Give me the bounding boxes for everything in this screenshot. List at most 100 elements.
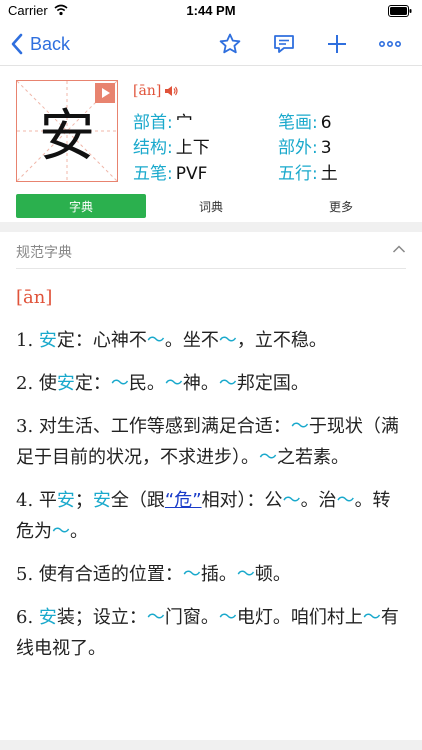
bottom-bar: [0, 740, 422, 750]
definition-number: 1.: [16, 330, 39, 351]
character-header: 安 [ān] 部首: 宀 笔画: 6 结构: 上下 部外: 3 五笔: PVF 五行: 土 …: [0, 67, 422, 223]
definition-item: 5. 使有合适的位置：～插。～顿。: [16, 559, 408, 590]
highlight-text: ～: [52, 521, 70, 542]
definition-number: 5.: [16, 564, 39, 585]
outside-strokes-info: 部外: 3: [278, 133, 332, 158]
definition-text: 电灯。咱们村上: [236, 607, 363, 628]
more-icon[interactable]: [378, 32, 402, 56]
tab-zidian[interactable]: 字典: [16, 194, 146, 218]
cross-reference-link[interactable]: “危”: [165, 490, 202, 511]
section-title: 规范字典: [16, 245, 72, 261]
structure-label: 结构:: [133, 138, 173, 158]
section-divider: [16, 268, 406, 269]
highlight-text: ～: [259, 447, 277, 468]
highlight-text: ～: [336, 490, 355, 511]
highlight-text: ～: [146, 607, 165, 628]
radical-label: 部首:: [133, 113, 173, 133]
definition-item: 4. 平安；安全（跟“危”相对）：公～。治～。转危为～。: [16, 485, 408, 547]
definition-text: 之若素。: [277, 447, 349, 468]
back-label: Back: [30, 33, 71, 54]
definition-text: 。坐不: [164, 330, 219, 351]
highlight-text: ～: [146, 330, 165, 351]
radical-info: 部首: 宀: [133, 108, 193, 133]
highlight-text: ～: [218, 330, 237, 351]
definition-text: ；: [74, 490, 93, 511]
outside-strokes-value: 3: [320, 138, 332, 158]
play-stroke-button[interactable]: [95, 83, 115, 103]
strokes-value: 6: [320, 113, 332, 133]
battery-icon: [388, 5, 412, 17]
definition-text: 对生活、工作等感到满足合适：: [38, 416, 291, 437]
highlight-text: ～: [362, 607, 381, 628]
definition-text: 相对）：公: [201, 490, 283, 511]
chevron-up-icon: [392, 245, 406, 253]
highlight-text: ～: [182, 564, 201, 585]
definition-content: [ān] 1. 安定：心神不～。坐不～，立不稳。 2. 使安定：～民。～神。～邦定…: [16, 283, 408, 676]
definition-text: 定：: [74, 373, 111, 394]
definition-text: 定：心神不: [56, 330, 147, 351]
tab-more[interactable]: 更多: [276, 194, 406, 218]
highlight-text: ～: [282, 490, 301, 511]
highlight-text: 安: [56, 373, 75, 394]
definition-text: 顿。: [254, 564, 291, 585]
star-icon[interactable]: [218, 32, 242, 56]
back-button[interactable]: Back: [10, 30, 70, 58]
definition-text: 使: [38, 373, 57, 394]
definition-text: 民。: [128, 373, 165, 394]
plus-icon[interactable]: [325, 32, 349, 56]
definition-item: 3. 对生活、工作等感到满足合适：～于现状（满足于目前的状况，不求进步）。～之若…: [16, 411, 408, 473]
definition-item: 1. 安定：心神不～。坐不～，立不稳。: [16, 325, 408, 356]
definition-text: 神。: [182, 373, 219, 394]
definition-text: 邦定国。: [236, 373, 309, 394]
structure-value: 上下: [175, 138, 210, 158]
five-elements-info: 五行: 土: [278, 159, 338, 184]
definition-number: 4.: [16, 490, 39, 511]
tab-cidian[interactable]: 词典: [146, 194, 276, 218]
definition-text: 门窗。: [164, 607, 219, 628]
section-header[interactable]: 规范字典: [0, 232, 422, 270]
highlight-text: 安: [92, 490, 111, 511]
section-separator: [0, 222, 422, 232]
definition-number: 2.: [16, 373, 39, 394]
wubi-value: PVF: [175, 164, 208, 184]
definition-text: 。治: [300, 490, 337, 511]
speaker-icon[interactable]: [164, 85, 178, 97]
definition-text: 装；设立：: [56, 607, 147, 628]
definition-text: 插。: [200, 564, 237, 585]
definition-text: 平: [38, 490, 57, 511]
highlight-text: 安: [56, 490, 75, 511]
definition-list: 1. 安定：心神不～。坐不～，立不稳。 2. 使安定：～民。～神。～邦定国。 3. …: [16, 325, 408, 664]
outside-strokes-label: 部外:: [278, 138, 318, 158]
pinyin-line: [ān]: [133, 83, 178, 99]
highlight-text: ～: [218, 373, 237, 394]
highlight-text: ～: [236, 564, 255, 585]
highlight-text: ～: [164, 373, 183, 394]
navigation-bar: Back: [0, 22, 422, 66]
chevron-left-icon: [11, 33, 23, 55]
strokes-label: 笔画:: [278, 113, 318, 133]
definition-item: 6. 安装；设立：～门窗。～电灯。咱们村上～有线电视了。: [16, 602, 408, 664]
wubi-label: 五笔:: [133, 164, 173, 184]
tab-bar: 字典 词典 更多: [16, 194, 406, 218]
highlight-text: 安: [38, 330, 57, 351]
pinyin-text: [ān]: [133, 83, 162, 99]
status-time: 1:44 PM: [186, 3, 236, 18]
comment-icon[interactable]: [272, 32, 296, 56]
character-box: 安: [16, 80, 118, 182]
highlight-text: ～: [218, 607, 237, 628]
definition-number: 6.: [16, 607, 39, 628]
five-elements-value: 土: [320, 164, 338, 184]
five-elements-label: 五行:: [278, 164, 318, 184]
definition-text: 全（跟: [110, 490, 165, 511]
definition-text: 使有合适的位置：: [38, 564, 183, 585]
highlight-text: 安: [38, 607, 57, 628]
definition-item: 2. 使安定：～民。～神。～邦定国。: [16, 368, 408, 399]
structure-info: 结构: 上下: [133, 133, 210, 158]
highlight-text: ～: [110, 373, 129, 394]
status-bar: Carrier 1:44 PM: [0, 0, 422, 22]
play-icon: [102, 88, 110, 98]
radical-value: 宀: [175, 113, 193, 133]
definition-number: 3.: [16, 416, 39, 437]
entry-pinyin: [ān]: [16, 287, 53, 308]
strokes-info: 笔画: 6: [278, 108, 332, 133]
